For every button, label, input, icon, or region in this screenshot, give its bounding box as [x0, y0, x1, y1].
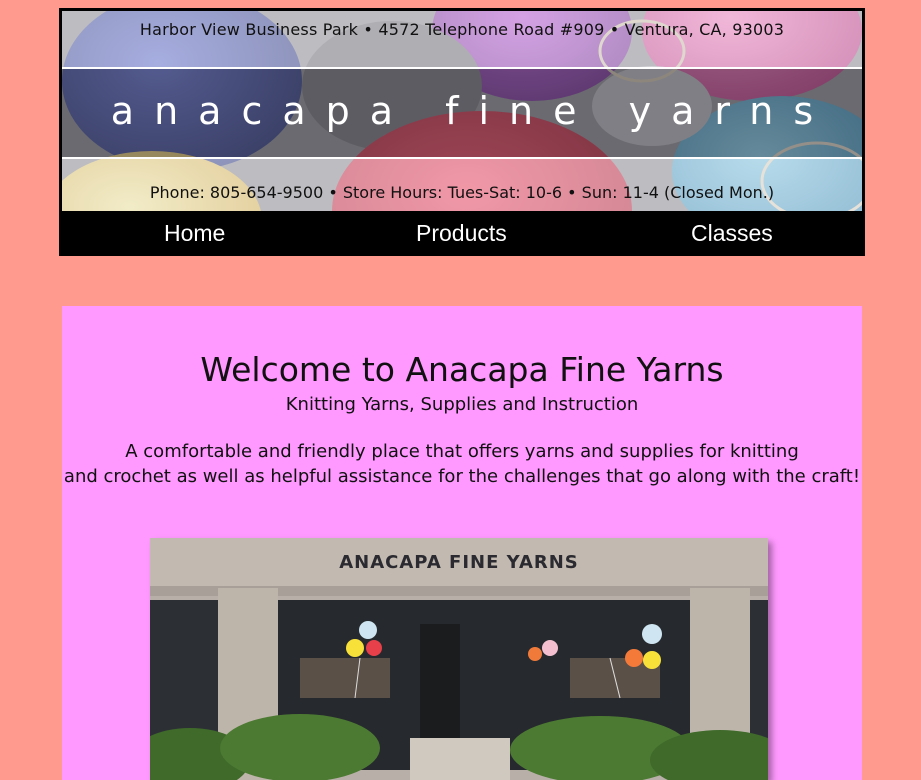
- address-band: Harbor View Business Park • 4572 Telepho…: [62, 11, 862, 69]
- store-address: Harbor View Business Park • 4572 Telepho…: [139, 20, 785, 39]
- page-description: A comfortable and friendly place that of…: [62, 439, 862, 489]
- nav-home[interactable]: Home: [164, 211, 225, 256]
- yarn-banner: Harbor View Business Park • 4572 Telepho…: [62, 11, 862, 211]
- nav-products[interactable]: Products: [416, 211, 507, 256]
- storefront-sign: ANACAPA FINE YARNS: [339, 552, 579, 573]
- page-subtitle: Knitting Yarns, Supplies and Instruction: [285, 394, 639, 415]
- contact-band: Phone: 805-654-9500 • Store Hours: Tues-…: [62, 157, 862, 211]
- main-nav: Home Products Classes: [62, 211, 862, 256]
- main-content: Welcome to Anacapa Fine Yarns Knitting Y…: [62, 306, 862, 780]
- site-header: Harbor View Business Park • 4572 Telepho…: [59, 8, 865, 256]
- description-line-1: A comfortable and friendly place that of…: [125, 441, 799, 462]
- store-name: anacapa fine yarns: [110, 89, 834, 133]
- page-title: Welcome to Anacapa Fine Yarns: [200, 350, 724, 389]
- storefront-image: ANACAPA FINE YARNS: [150, 538, 768, 780]
- store-contact: Phone: 805-654-9500 • Store Hours: Tues-…: [149, 183, 775, 202]
- description-line-2: and crochet as well as helpful assistanc…: [63, 466, 861, 487]
- storefront-photo: ANACAPA FINE YARNS: [150, 538, 768, 780]
- title-band: anacapa fine yarns: [62, 69, 862, 157]
- nav-classes[interactable]: Classes: [691, 211, 773, 256]
